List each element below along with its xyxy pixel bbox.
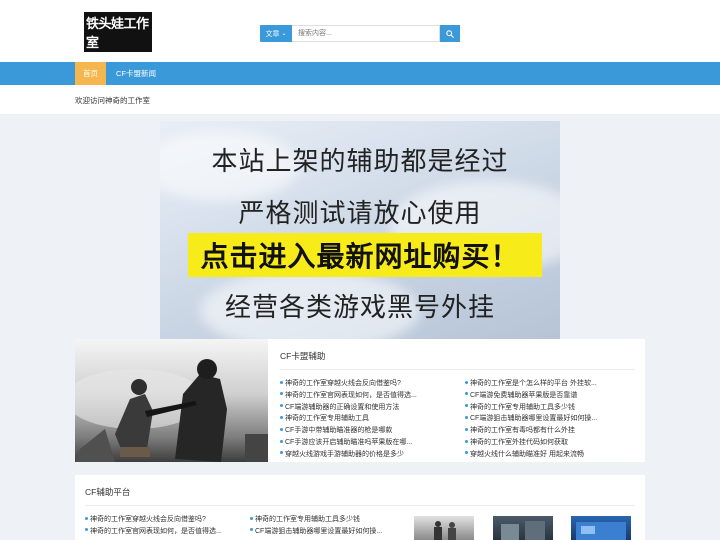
cf-card-aid-panel: CF卡盟辅助 神奇的工作室穿越火线会反向借鉴吗? 神奇的工作室官网表现如何，是否… xyxy=(268,339,645,462)
thumbnail-3[interactable] xyxy=(571,516,631,540)
article-list-right: 神奇的工作室是个怎么样的平台 外挂软... CF端游免费辅助器苹果版是否靠谱 神… xyxy=(465,378,635,461)
search-input[interactable] xyxy=(292,25,440,42)
search-icon xyxy=(446,29,454,38)
article-list-left: 神奇的工作室穿越火线会反向借鉴吗? 神奇的工作室官网表现如何，是否值得选... … xyxy=(280,378,456,461)
list-item[interactable]: 神奇的工作室官网表现如何，是否值得选... xyxy=(280,390,456,402)
nav-item-home[interactable]: 首页 xyxy=(75,62,106,85)
article-list-right: 神奇的工作室专用辅助工具多少钱 CF端游狙击辅助器哪里设置最好如何操... xyxy=(250,514,400,538)
list-item[interactable]: 神奇的工作室有毒吗都有什么外挂 xyxy=(465,425,635,437)
welcome-text: 欢迎访问神奇的工作室 xyxy=(75,96,150,105)
soldiers-illustration xyxy=(75,339,268,462)
list-item[interactable]: 神奇的工作室是个怎么样的平台 外挂软... xyxy=(465,378,635,390)
search-bar: 文章 ⌄ xyxy=(260,25,460,42)
logo-text: 铁头娃工作室 xyxy=(84,12,152,52)
banner-line-2: 严格测试请放心使用 xyxy=(238,199,482,229)
chevron-down-icon: ⌄ xyxy=(281,31,287,37)
list-item[interactable]: 穿越火线什么辅助瞄准好 用起来流畅 xyxy=(465,449,635,461)
game-scene-thumbnail-image xyxy=(501,521,545,540)
list-item[interactable]: CF手游应该开启辅助瞄准吗苹果版在哪... xyxy=(280,437,456,449)
article-list-left: 神奇的工作室穿越火线会反向借鉴吗? 神奇的工作室官网表现如何，是否值得选... xyxy=(85,514,243,538)
soldiers-photo[interactable] xyxy=(75,339,268,462)
thumbnail-1[interactable] xyxy=(414,516,474,540)
list-item[interactable]: 神奇的工作室官网表现如何，是否值得选... xyxy=(85,526,243,538)
list-item[interactable]: CF端游狙击辅助器哪里设置最好如何操... xyxy=(250,526,400,538)
section-title: CF辅助平台 xyxy=(85,487,131,497)
search-button[interactable] xyxy=(440,25,460,42)
welcome-bar: 欢迎访问神奇的工作室 xyxy=(0,85,720,114)
screen-thumbnail-image xyxy=(576,522,626,540)
list-item[interactable]: CF手游中带辅助瞄准器的枪是哪款 xyxy=(280,425,456,437)
list-item[interactable]: CF端游免费辅助器苹果版是否靠谱 xyxy=(465,390,635,402)
title-divider xyxy=(85,505,635,506)
list-item[interactable]: 穿越火线游戏手游辅助器的价格是多少 xyxy=(280,449,456,461)
list-item[interactable]: 神奇的工作室专用辅助工具多少钱 xyxy=(250,514,400,526)
banner-line-1: 本站上架的辅助都是经过 xyxy=(211,147,509,177)
list-item[interactable]: 神奇的工作室穿越火线会反向借鉴吗? xyxy=(85,514,243,526)
list-item[interactable]: CF端游辅助器的正确设置和使用方法 xyxy=(280,402,456,414)
site-logo[interactable]: 铁头娃工作室 xyxy=(84,12,152,52)
main-nav: 首页 CF卡盟新闻 xyxy=(0,62,720,85)
search-category-dropdown[interactable]: 文章 ⌄ xyxy=(260,25,292,42)
list-item[interactable]: 神奇的工作室穿越火线会反向借鉴吗? xyxy=(280,378,456,390)
list-item[interactable]: 神奇的工作室专用辅助工具多少钱 xyxy=(465,402,635,414)
section-title: CF卡盟辅助 xyxy=(280,351,326,361)
soldier-thumbnail-image xyxy=(434,521,456,540)
title-divider xyxy=(280,369,635,370)
banner-line-4: 经营各类游戏黑号外挂 xyxy=(224,293,495,323)
nav-item-cf-news[interactable]: CF卡盟新闻 xyxy=(116,62,156,85)
promo-banner[interactable]: 本站上架的辅助都是经过 严格测试请放心使用 点击进入最新网址购买！ 经营各类游戏… xyxy=(160,121,560,339)
list-item[interactable]: 神奇的工作室专用辅助工具 xyxy=(280,413,456,425)
site-header: 铁头娃工作室 文章 ⌄ xyxy=(0,0,720,62)
list-item[interactable]: CF端游狙击辅助器哪里设置最好如何操... xyxy=(465,413,635,425)
search-category-label: 文章 xyxy=(265,30,280,38)
section-cf-aid-platform: CF辅助平台 神奇的工作室穿越火线会反向借鉴吗? 神奇的工作室官网表现如何，是否… xyxy=(75,475,645,540)
list-item[interactable]: 神奇的工作室外挂代码如何获取 xyxy=(465,437,635,449)
section-cf-card-aid: CF卡盟辅助 神奇的工作室穿越火线会反向借鉴吗? 神奇的工作室官网表现如何，是否… xyxy=(75,339,645,462)
banner-line-3: 点击进入最新网址购买！ xyxy=(200,240,520,273)
thumbnail-2[interactable] xyxy=(493,516,553,540)
